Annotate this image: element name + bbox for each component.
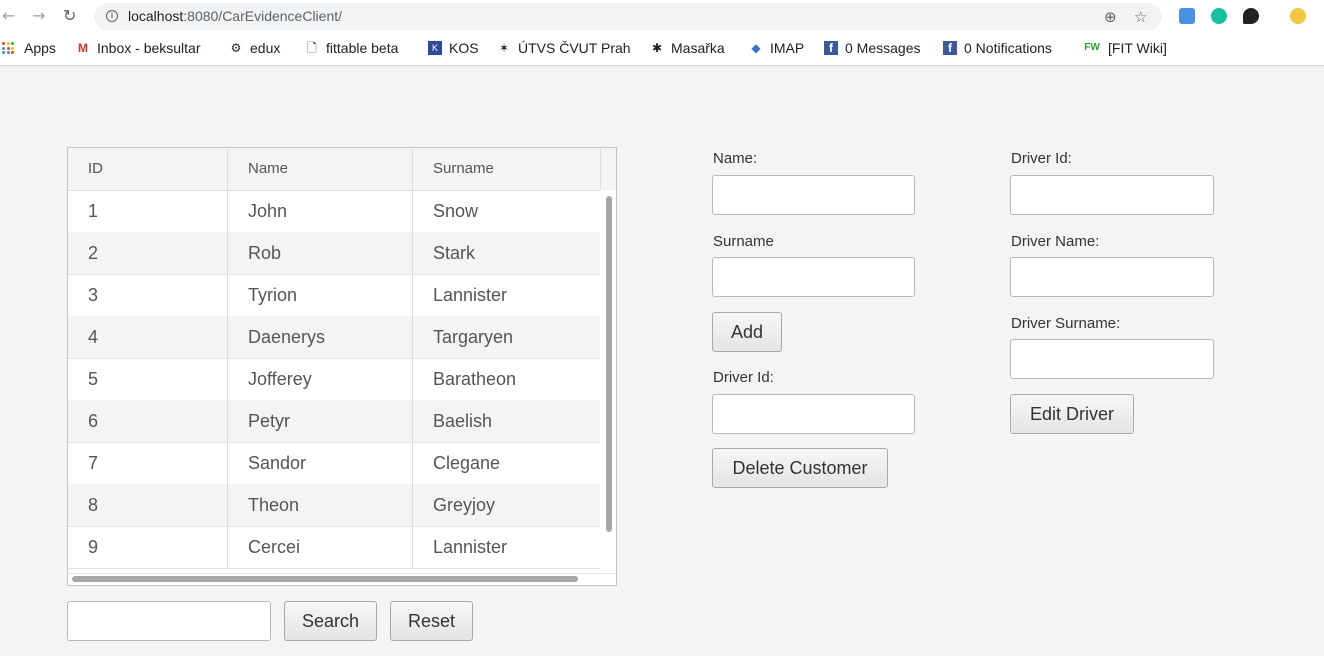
table-row[interactable]: 3 Tyrion Lannister (68, 274, 601, 317)
cell-id: 4 (68, 316, 228, 358)
edux-icon: ⚙ (230, 41, 242, 55)
horizontal-scrollbar-thumb[interactable] (72, 576, 578, 582)
bookmark-edux[interactable]: ⚙ edux (229, 39, 281, 57)
surname-field[interactable] (712, 257, 915, 297)
extension-bird-icon[interactable] (1243, 8, 1259, 24)
bookmark-utvs[interactable]: ✶ ÚTVS ČVUT Prah (497, 39, 633, 57)
url-text[interactable]: localhost:8080/CarEvidenceClient/ (128, 8, 342, 24)
column-header-surname[interactable]: Surname (413, 148, 601, 190)
search-input[interactable] (67, 601, 271, 641)
cell-name: Cercei (228, 526, 413, 568)
cell-surname: Lannister (413, 274, 601, 316)
customer-table: ID Name Surname 1 John Snow 2 Rob Stark 3 Tyrio… (67, 147, 617, 586)
zoom-icon[interactable]: ⊕ (1104, 8, 1117, 26)
search-button[interactable]: Search (284, 601, 377, 641)
apps-grid-icon (2, 42, 14, 54)
cell-surname: Snow (413, 190, 601, 232)
delete-customer-button[interactable]: Delete Customer (712, 448, 888, 488)
bookmarks-bar: Apps M Inbox - beksultar ⚙ edux 🗋 fittab… (0, 33, 1324, 66)
bookmark-notifications[interactable]: f 0 Notifications (943, 39, 1052, 57)
driver-surname-label: Driver Surname: (1011, 315, 1121, 332)
imap-icon: ◆ (751, 41, 761, 55)
driver-surname-field[interactable] (1010, 339, 1214, 379)
cell-surname: Greyjoy (413, 484, 601, 526)
address-bar[interactable]: i localhost:8080/CarEvidenceClient/ ⊕ ☆ (94, 3, 1162, 30)
table-row[interactable]: 4 Daenerys Targaryen (68, 316, 601, 359)
cell-name: Daenerys (228, 316, 413, 358)
add-button[interactable]: Add (712, 312, 782, 352)
customer-driver-id-label: Driver Id: (713, 369, 774, 386)
cell-id: 6 (68, 400, 228, 442)
runner-icon: ✶ (498, 41, 510, 55)
table-row[interactable]: 6 Petyr Baelish (68, 400, 601, 443)
extension-tff-icon[interactable] (1179, 8, 1195, 24)
browser-toolbar: ← → ↻ i localhost:8080/CarEvidenceClient… (0, 0, 1324, 33)
fw-icon: FW (1084, 42, 1100, 53)
cell-name: Jofferey (228, 358, 413, 400)
cell-id: 3 (68, 274, 228, 316)
reload-icon[interactable]: ↻ (63, 6, 76, 25)
facebook-icon: f (824, 41, 838, 55)
bookmark-fit-wiki[interactable]: FW [FIT Wiki] (1083, 39, 1167, 57)
surname-label: Surname (713, 233, 774, 250)
cell-surname: Clegane (413, 442, 601, 484)
cell-id: 7 (68, 442, 228, 484)
bookmark-fittable[interactable]: 🗋 fittable beta (305, 39, 398, 57)
cell-name: Tyrion (228, 274, 413, 316)
cell-id: 2 (68, 232, 228, 274)
info-icon[interactable]: i (106, 10, 118, 22)
profile-avatar-icon[interactable] (1290, 8, 1306, 24)
table-row[interactable]: 9 Cercei Lannister (68, 526, 601, 569)
grammarly-icon[interactable] (1211, 8, 1227, 24)
cell-surname: Baratheon (413, 358, 601, 400)
column-header-name[interactable]: Name (228, 148, 413, 190)
cell-name: Theon (228, 484, 413, 526)
cell-surname: Targaryen (413, 316, 601, 358)
bookmark-apps[interactable]: Apps (2, 39, 56, 57)
table-header: ID Name Surname (68, 148, 616, 191)
cell-surname: Stark (413, 232, 601, 274)
kos-icon: K (428, 41, 442, 55)
bookmark-kos[interactable]: K KOS (428, 39, 479, 57)
cell-name: Sandor (228, 442, 413, 484)
reset-button[interactable]: Reset (390, 601, 473, 641)
driver-id-field[interactable] (1010, 175, 1214, 215)
back-arrow-icon[interactable]: ← (2, 6, 15, 25)
edit-driver-button[interactable]: Edit Driver (1010, 394, 1134, 434)
table-row[interactable]: 2 Rob Stark (68, 232, 601, 275)
customer-driver-id-field[interactable] (712, 394, 915, 434)
bookmark-inbox[interactable]: M Inbox - beksultar (76, 39, 212, 57)
cell-id: 1 (68, 190, 228, 232)
name-field[interactable] (712, 175, 915, 215)
cell-name: John (228, 190, 413, 232)
driver-name-field[interactable] (1010, 257, 1214, 297)
facebook-icon: f (943, 41, 957, 55)
bookmark-masarka[interactable]: ✱ Masařka (650, 39, 725, 57)
cell-id: 5 (68, 358, 228, 400)
forward-arrow-icon[interactable]: → (32, 6, 45, 25)
cell-surname: Baelish (413, 400, 601, 442)
vertical-scrollbar-thumb[interactable] (606, 196, 612, 532)
cell-name: Petyr (228, 400, 413, 442)
cell-id: 9 (68, 526, 228, 568)
driver-id-label: Driver Id: (1011, 150, 1072, 167)
name-label: Name: (713, 150, 758, 167)
bookmark-imap[interactable]: ◆ IMAP (749, 39, 804, 57)
page-icon: 🗋 (307, 41, 317, 55)
table-row[interactable]: 1 John Snow (68, 190, 601, 233)
gmail-icon: M (78, 41, 88, 55)
table-row[interactable]: 5 Jofferey Baratheon (68, 358, 601, 401)
table-row[interactable]: 8 Theon Greyjoy (68, 484, 601, 527)
star-icon[interactable]: ☆ (1134, 8, 1147, 26)
column-header-id[interactable]: ID (68, 148, 228, 190)
table-row[interactable]: 7 Sandor Clegane (68, 442, 601, 485)
cell-surname: Lannister (413, 526, 601, 568)
bookmark-messages[interactable]: f 0 Messages (824, 39, 920, 57)
driver-name-label: Driver Name: (1011, 233, 1100, 250)
cell-name: Rob (228, 232, 413, 274)
masarka-icon: ✱ (651, 41, 663, 55)
cell-id: 8 (68, 484, 228, 526)
